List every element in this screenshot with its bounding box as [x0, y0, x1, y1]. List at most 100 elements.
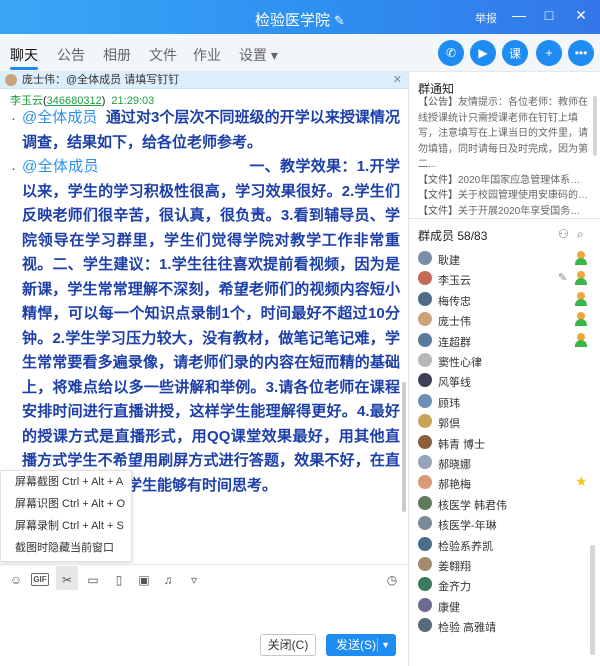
member-name: 风筝线 [438, 377, 471, 390]
tab-files[interactable]: 文件 [149, 45, 177, 65]
member-item[interactable]: 李玉云 ✎ [418, 269, 598, 289]
tab-homework[interactable]: 作业 [193, 45, 221, 65]
classroom-icon[interactable]: 课 [502, 40, 528, 66]
file-item[interactable]: 【文件】2020年国家应急管理体系建设... [418, 173, 590, 189]
chevron-down-icon[interactable]: ▼ [381, 634, 390, 656]
tab-announcement[interactable]: 公告 [57, 45, 85, 65]
manage-members-icon[interactable]: ⚇ [558, 227, 569, 241]
voice-call-icon[interactable]: ✆ [438, 40, 464, 66]
video-call-icon[interactable]: ▶ [470, 40, 496, 66]
folder-icon[interactable]: ▭ [85, 573, 101, 587]
report-button[interactable]: 举报 [475, 10, 497, 26]
menu-item-hide-window[interactable]: 截图时隐藏当前窗口 [1, 537, 131, 559]
edit-name-icon[interactable]: ✎ [334, 13, 345, 28]
member-name: 检验系养凯 [438, 540, 493, 553]
image-icon[interactable]: ▣ [136, 573, 152, 587]
search-icon[interactable]: ⌕ [577, 227, 584, 242]
tab-album[interactable]: 相册 [103, 45, 131, 65]
scissors-icon[interactable]: ✂ [59, 573, 75, 587]
notice-scrollbar[interactable] [593, 96, 597, 156]
emoji-icon[interactable]: ☺ [8, 573, 24, 587]
avatar [418, 475, 432, 490]
member-item[interactable]: 郭倶 [418, 412, 598, 432]
member-name: 耿建 [438, 255, 460, 267]
member-item[interactable]: 检验 高雅靖 [418, 616, 598, 636]
member-item[interactable]: 梅传忠 [418, 290, 598, 310]
member-item[interactable]: 检验系养凯 [418, 535, 598, 555]
member-name: 梅传忠 [438, 295, 471, 308]
member-scrollbar[interactable] [590, 545, 595, 655]
file-item[interactable]: 【文件】关于开展2020年享受国务院和... [418, 204, 590, 220]
pinned-text: 庞士伟：@全体成员 请填写钉钉 [22, 74, 180, 86]
member-name: 郝晓娜 [438, 459, 471, 471]
mention-all[interactable]: @全体成员 [22, 109, 97, 126]
document-icon[interactable]: ▯ [111, 573, 127, 587]
notice-list: 【公告】友情提示：各位老师：教师在线授课统计只需授课老师在钉钉上填写，注意填写在… [418, 95, 590, 219]
menu-item-screen-record[interactable]: 屏幕录制 Ctrl + Alt + S [1, 515, 131, 537]
add-app-icon[interactable]: + [536, 40, 562, 66]
member-item[interactable]: 康健 [418, 596, 598, 616]
member-item[interactable]: 核医学-年琳 [418, 514, 598, 534]
star-icon: ★ [575, 473, 588, 490]
member-name: 庞士伟 [438, 316, 471, 329]
member-item[interactable]: 核医学 韩君伟 [418, 494, 598, 514]
member-name: 核医学 韩君伟 [438, 499, 508, 512]
member-item[interactable]: 姜翱翔 [418, 555, 598, 575]
file-text: 关于校园管理使用安康码的通... [458, 190, 590, 201]
panel-divider [408, 72, 409, 666]
member-item[interactable]: 连超群 [418, 331, 598, 351]
member-item[interactable]: 郝晓娜 [418, 453, 598, 473]
avatar [418, 353, 432, 367]
member-name: 郭倶 [438, 418, 460, 431]
avatar [418, 291, 432, 306]
maximize-button[interactable]: □ [540, 6, 558, 24]
member-item[interactable]: 庞士伟 [418, 310, 598, 330]
close-button[interactable]: 关闭(C) [260, 634, 316, 656]
avatar [418, 597, 432, 612]
mention-all[interactable]: @全体成员 [22, 158, 99, 175]
chat-scrollbar[interactable] [402, 382, 406, 512]
tab-settings[interactable]: 设置 ▾ [239, 45, 278, 65]
minimize-button[interactable]: — [510, 6, 528, 24]
announcement-item[interactable]: 【公告】友情提示：各位老师：教师在线授课统计只需授课老师在钉钉上填写，注意填写在… [418, 95, 590, 173]
member-item[interactable]: 韩青 博士 [418, 433, 598, 453]
member-name: 顾玮 [438, 397, 460, 410]
menu-item-screen-ocr[interactable]: 屏幕识图 Ctrl + Alt + O [1, 493, 131, 515]
edit-icon[interactable]: ✎ [558, 271, 567, 284]
admin-badge-icon [574, 291, 588, 306]
avatar [418, 393, 432, 408]
member-item[interactable]: 耿建 [418, 249, 598, 269]
more-icon[interactable]: ••• [568, 40, 594, 66]
member-name: 姜翱翔 [438, 561, 471, 573]
member-item[interactable]: 窦性心律 [418, 351, 598, 371]
title-bar: 检验医学院 ✎ 举报 — □ ✕ [0, 0, 600, 34]
members-header: 群成员 58/83 [418, 227, 487, 244]
send-button[interactable]: 发送(S) ▼ [326, 634, 396, 656]
message-paragraph: @全体成员 一、教学效果：1.开学以来，学生的学习积极性很高，学习效果很好。2.学… [22, 155, 400, 498]
history-clock-icon[interactable]: ◷ [384, 573, 400, 587]
member-item[interactable]: 金齐力 [418, 575, 598, 595]
admin-badge-icon [574, 251, 588, 265]
tab-chat[interactable]: 聊天 [10, 45, 38, 65]
member-item[interactable]: 郝艳梅 ★ [418, 473, 598, 493]
file-text: 2020年国家应急管理体系建设... [458, 174, 590, 186]
gif-icon[interactable]: GIF [31, 573, 49, 586]
message-text: 一、教学效果：1.开学以来，学生的学习积极性很高，学习效果很好。2.学生们反映老… [22, 158, 400, 494]
tab-settings-label: 设置 [239, 47, 267, 63]
group-name: 检验医学院 [255, 12, 331, 29]
bullet-icon: · [11, 160, 16, 177]
close-window-button[interactable]: ✕ [572, 6, 590, 24]
avatar [418, 332, 432, 347]
microphone-icon[interactable]: ▿ [186, 573, 202, 587]
bell-icon[interactable]: ♫ [160, 573, 176, 587]
member-item[interactable]: 顾玮 [418, 392, 598, 412]
avatar [418, 455, 432, 469]
member-item[interactable]: 风筝线 [418, 371, 598, 391]
notice-tag: 【文件】 [418, 190, 458, 201]
file-item[interactable]: 【文件】关于校园管理使用安康码的通... [418, 188, 590, 204]
bullet-icon: · [11, 110, 16, 127]
section-divider [409, 218, 600, 219]
menu-item-screenshot[interactable]: 屏幕截图 Ctrl + Alt + A [1, 471, 131, 493]
pinned-message-bar[interactable]: 庞士伟：@全体成员 请填写钉钉 ✕ [0, 72, 408, 89]
close-icon[interactable]: ✕ [393, 72, 402, 88]
